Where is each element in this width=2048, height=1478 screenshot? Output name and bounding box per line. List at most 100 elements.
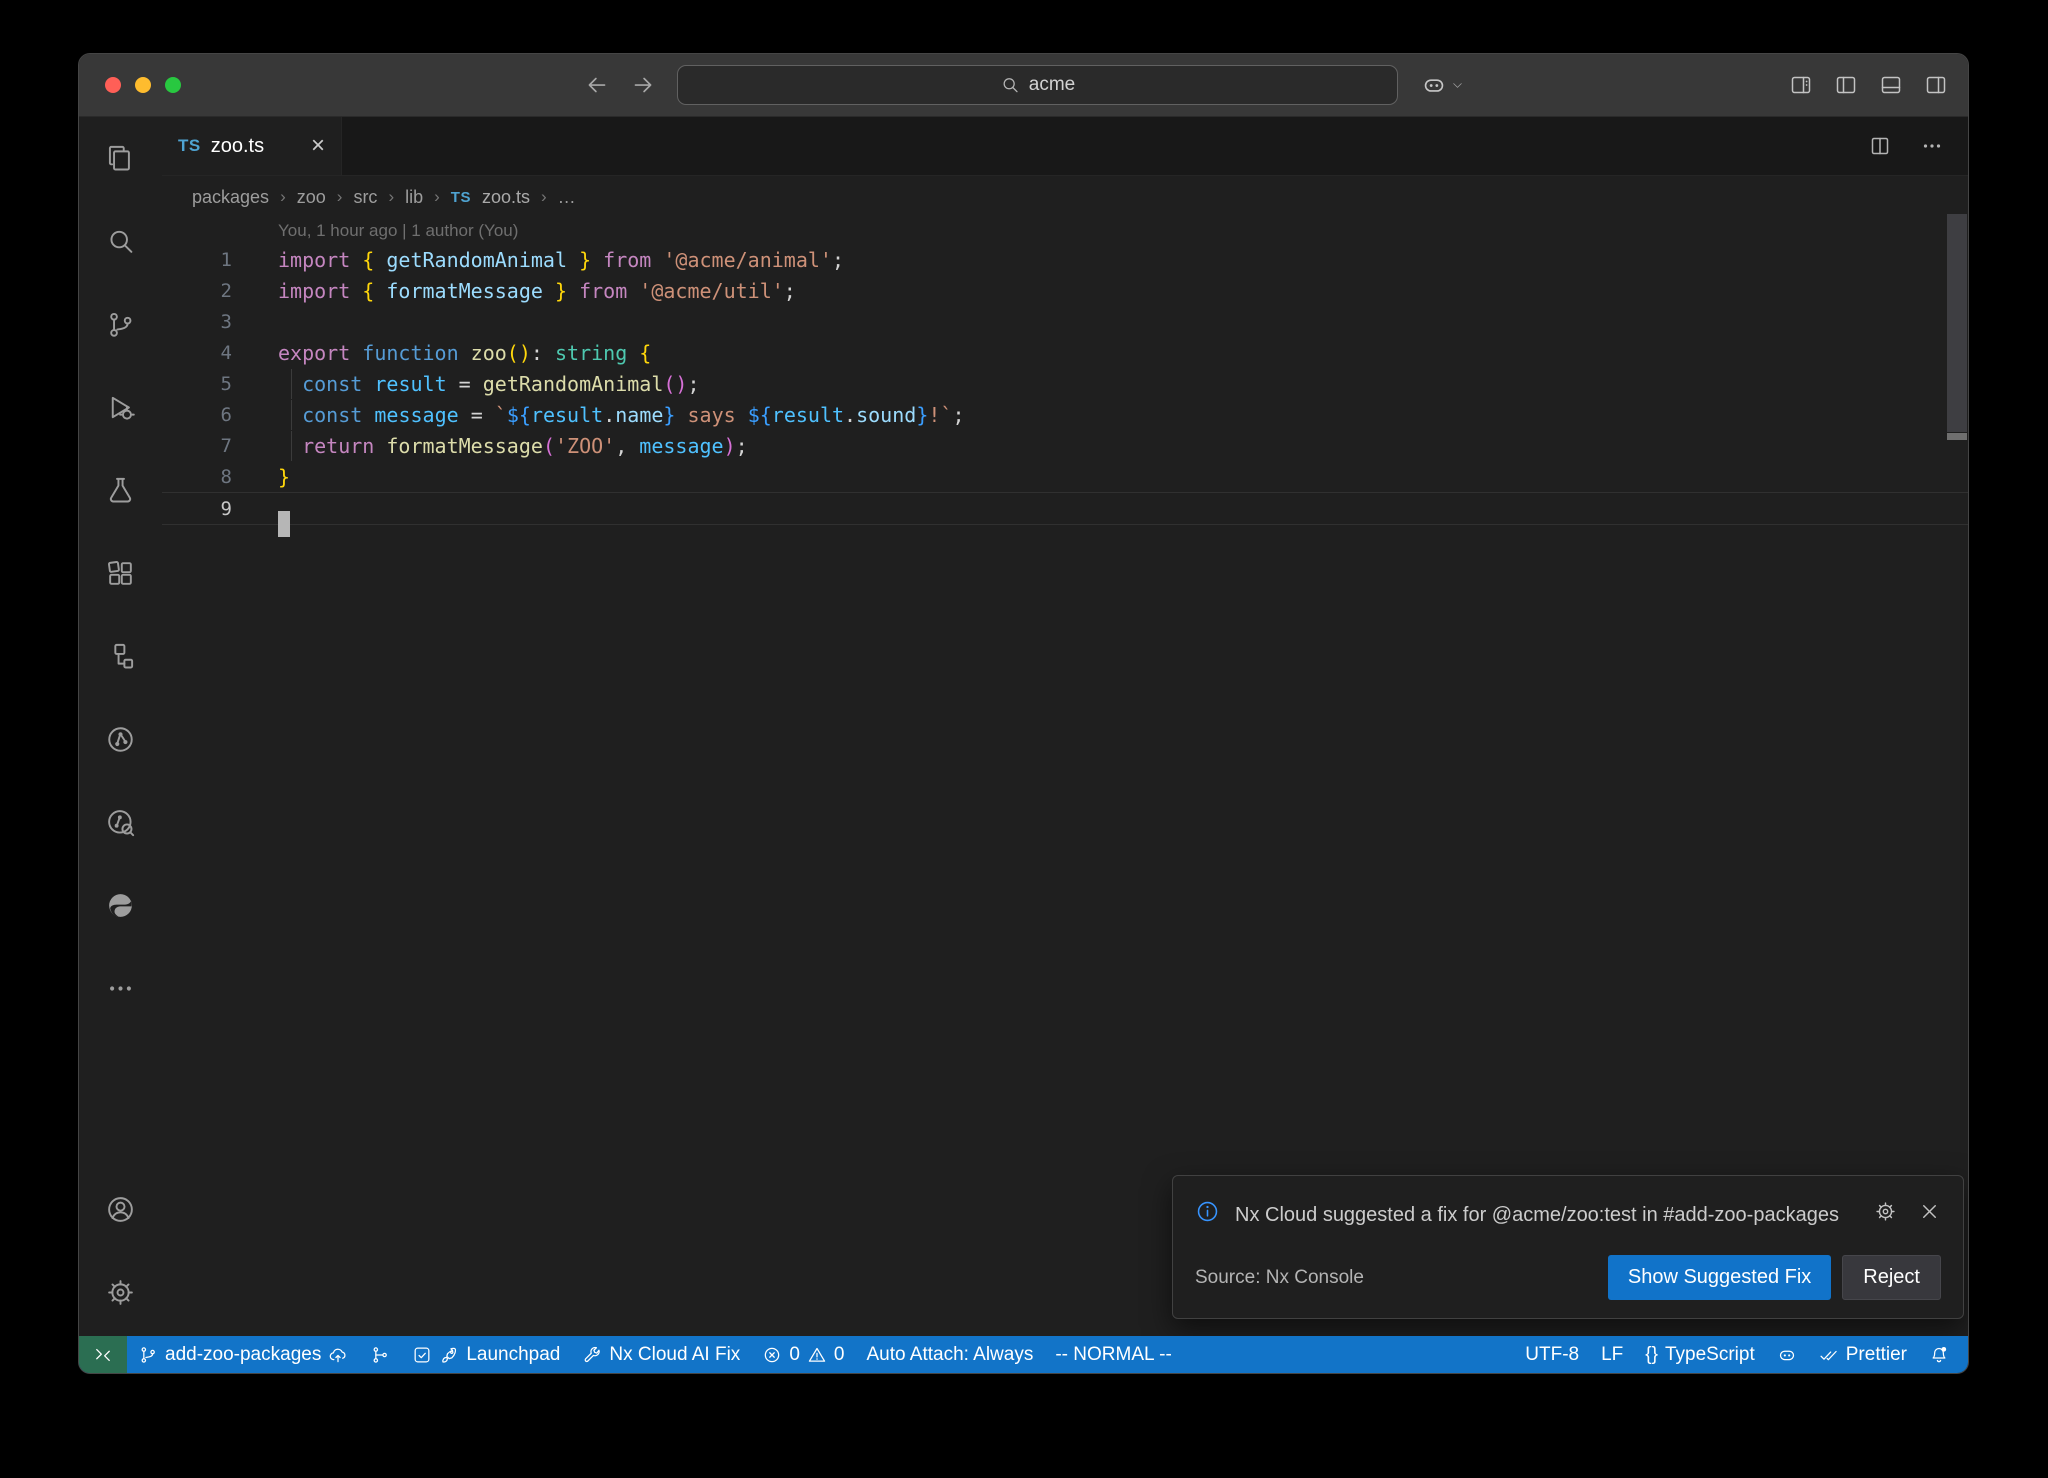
copilot-menu[interactable] [1421, 54, 1464, 116]
editor-actions [1868, 117, 1968, 175]
line-number: 8 [162, 466, 278, 488]
status-text: Prettier [1846, 1344, 1907, 1366]
activity-item-search[interactable] [79, 200, 162, 283]
info-icon [1195, 1199, 1220, 1224]
activity-item-edge-tools[interactable] [79, 864, 162, 947]
minimize-button[interactable] [135, 77, 151, 93]
forward-arrow-icon[interactable] [630, 72, 656, 98]
status-item-encoding[interactable]: UTF-8 [1514, 1336, 1590, 1373]
account-icon [105, 1194, 136, 1225]
close-icon[interactable] [1918, 1200, 1941, 1223]
status-text: add-zoo-packages [165, 1344, 321, 1366]
typescript-file-icon: TS [451, 189, 471, 206]
status-item-problems[interactable]: 00 [751, 1336, 855, 1373]
tab-zoo-ts[interactable]: TS zoo.ts × [162, 117, 342, 175]
back-arrow-icon[interactable] [584, 72, 610, 98]
reject-button[interactable]: Reject [1842, 1255, 1941, 1300]
code-line-3[interactable]: 3 [162, 306, 1968, 337]
layout-controls [1789, 54, 1948, 116]
status-bar-right: UTF-8 LF {} TypeScript Prettier [1514, 1336, 1968, 1373]
gear-icon[interactable] [1874, 1200, 1897, 1223]
extensions-icon [105, 558, 136, 589]
zoom-button[interactable] [165, 77, 181, 93]
status-text: -- NORMAL -- [1055, 1344, 1171, 1366]
status-item-vim-mode[interactable]: -- NORMAL -- [1044, 1336, 1182, 1373]
activity-item-extensions[interactable] [79, 532, 162, 615]
breadcrumb-item-zoo[interactable]: zoo [297, 187, 326, 208]
customize-layout-icon[interactable] [1789, 73, 1813, 97]
status-item-language[interactable]: {} TypeScript [1634, 1336, 1765, 1373]
code-line-5[interactable]: 5 const result = getRandomAnimal(); [162, 368, 1968, 399]
activity-bar [79, 117, 162, 1336]
status-item-copilot[interactable] [1766, 1336, 1808, 1373]
activity-item-files[interactable] [79, 117, 162, 200]
status-text: UTF-8 [1525, 1344, 1579, 1366]
close-icon[interactable]: × [311, 134, 325, 158]
split-editor-icon[interactable] [1868, 134, 1892, 158]
status-text: TypeScript [1665, 1344, 1755, 1366]
status-text: {} [1645, 1344, 1658, 1366]
status-item-nx-cloud-ai-fix[interactable]: Nx Cloud AI Fix [571, 1336, 751, 1373]
project-graph-icon [105, 724, 136, 755]
breadcrumb-item-packages[interactable]: packages [192, 187, 269, 208]
breadcrumb-overflow[interactable]: … [558, 187, 576, 208]
status-item-git-graph[interactable] [359, 1336, 401, 1373]
breadcrumb-file[interactable]: zoo.ts [482, 187, 530, 208]
double-check-icon [1819, 1345, 1839, 1365]
code-line-7[interactable]: 7 return formatMessage('ZOO', message); [162, 430, 1968, 461]
status-item-auto-attach[interactable]: Auto Attach: Always [855, 1336, 1044, 1373]
typescript-file-icon: TS [178, 136, 201, 156]
show-suggested-fix-button[interactable]: Show Suggested Fix [1608, 1255, 1831, 1300]
tab-label: zoo.ts [211, 135, 264, 158]
layout-sidebar-left-icon[interactable] [1834, 73, 1858, 97]
git-blame-annotation: You, 1 hour ago | 1 author (You) [278, 218, 1968, 244]
code-line-1[interactable]: 1import { getRandomAnimal } from '@acme/… [162, 244, 1968, 275]
code-line-4[interactable]: 4export function zoo(): string { [162, 337, 1968, 368]
code-line-9[interactable]: 9 [162, 492, 1968, 525]
code-text: return formatMessage('ZOO', message); [278, 434, 1968, 458]
ellipsis-icon[interactable] [1920, 134, 1944, 158]
code-line-2[interactable]: 2import { formatMessage } from '@acme/ut… [162, 275, 1968, 306]
status-item-launchpad[interactable]: Launchpad [401, 1336, 571, 1373]
breadcrumb-item-lib[interactable]: lib [405, 187, 423, 208]
status-item-formatter[interactable]: Prettier [1808, 1336, 1918, 1373]
git-graph-icon [370, 1345, 390, 1365]
code-line-8[interactable]: 8} [162, 461, 1968, 492]
code-editor[interactable]: You, 1 hour ago | 1 author (You) 1import… [162, 218, 1968, 1336]
settings-gear-icon [105, 1277, 136, 1308]
window-controls [105, 77, 181, 93]
activity-bar-bottom [79, 1168, 162, 1334]
activity-item-account[interactable] [79, 1168, 162, 1251]
line-number: 1 [162, 249, 278, 271]
notification-source: Source: Nx Console [1195, 1267, 1364, 1289]
activity-item-nx-console[interactable] [79, 615, 162, 698]
activity-item-graph-search[interactable] [79, 781, 162, 864]
status-bar-left: add-zoo-packages LaunchpadNx Cloud AI Fix… [127, 1336, 1183, 1373]
code-text: export function zoo(): string { [278, 341, 1968, 365]
line-number: 7 [162, 435, 278, 457]
command-center-search[interactable]: acme [677, 65, 1398, 105]
source-control-icon [105, 309, 136, 340]
code-line-6[interactable]: 6 const message = `${result.name} says $… [162, 399, 1968, 430]
breadcrumb-item-src[interactable]: src [353, 187, 377, 208]
status-item-eol[interactable]: LF [1590, 1336, 1634, 1373]
activity-item-testing[interactable] [79, 449, 162, 532]
activity-item-settings-gear[interactable] [79, 1251, 162, 1334]
remote-indicator[interactable] [79, 1336, 127, 1373]
activity-item-project-graph[interactable] [79, 698, 162, 781]
breadcrumb-separator: › [337, 187, 343, 207]
activity-item-run-debug[interactable] [79, 366, 162, 449]
layout-sidebar-right-icon[interactable] [1924, 73, 1948, 97]
layout-panel-icon[interactable] [1879, 73, 1903, 97]
scrollbar-thumb[interactable] [1947, 214, 1967, 432]
code-text: const message = `${result.name} says ${r… [278, 403, 1968, 427]
code-text: const result = getRandomAnimal(); [278, 372, 1968, 396]
status-item-git-branch[interactable]: add-zoo-packages [127, 1336, 359, 1373]
status-item-notifications[interactable] [1918, 1336, 1960, 1373]
vscode-window: acme TS zoo.ts × packages›zoo›src›lib›TS [78, 53, 1969, 1374]
activity-item-source-control[interactable] [79, 283, 162, 366]
activity-item-more[interactable] [79, 947, 162, 1030]
breadcrumb-separator: › [280, 187, 286, 207]
launchpad-icon [412, 1345, 432, 1365]
close-button[interactable] [105, 77, 121, 93]
